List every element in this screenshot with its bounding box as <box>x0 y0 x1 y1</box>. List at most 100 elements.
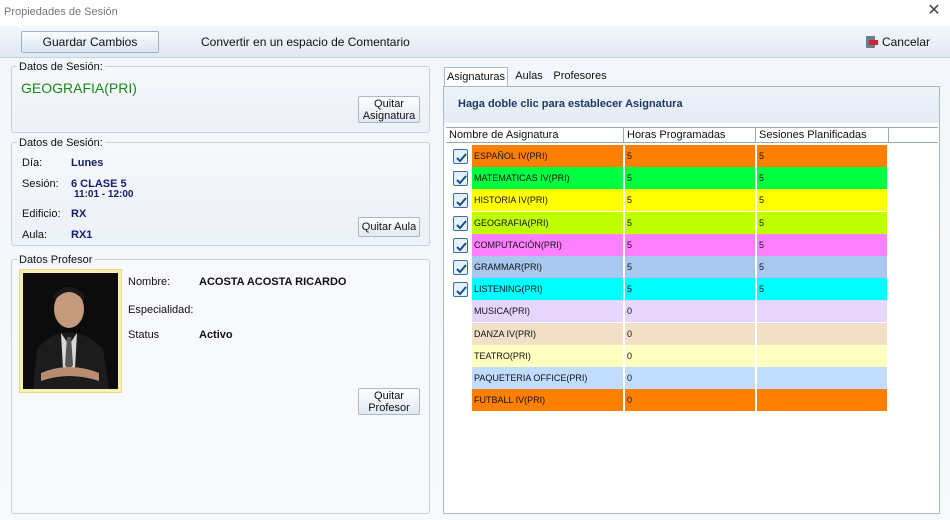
cell-subject-name: ESPAÑOL IV(PRI) <box>472 145 625 167</box>
specialty-label: Especialidad: <box>128 304 194 316</box>
cancel-label: Cancelar <box>881 35 930 49</box>
cell-sessions: 5 <box>757 233 889 256</box>
column-header-hours[interactable]: Horas Programadas <box>624 128 756 142</box>
cell-sessions: 5 <box>757 145 889 167</box>
remove-teacher-label-line1: Quitar <box>374 390 404 402</box>
cell-sessions <box>757 367 889 389</box>
cell-sessions: 5 <box>757 211 889 234</box>
toolbar: Guardar Cambios Convertir en un espacio … <box>0 26 950 58</box>
tab-aulas[interactable]: Aulas <box>512 67 546 87</box>
table-row[interactable]: ESPAÑOL IV(PRI) 5 5 <box>446 145 938 167</box>
cancel-button[interactable]: Cancelar <box>865 31 930 53</box>
double-click-hint: Haga doble clic para establecer Asignatu… <box>458 98 683 110</box>
window-title: Propiedades de Sesión <box>4 6 118 18</box>
cell-sessions: 5 <box>757 167 889 190</box>
group-legend: Datos de Sesión: <box>17 137 105 149</box>
cell-subject-name: LISTENING(PRI) <box>472 278 625 301</box>
tab-asignaturas[interactable]: Asignaturas <box>444 67 508 87</box>
remove-teacher-button[interactable]: Quitar Profesor <box>358 388 420 415</box>
group-legend: Datos de Sesión: <box>17 61 105 73</box>
checkbox-checked-icon[interactable] <box>453 193 468 209</box>
table-header: Nombre de Asignatura Horas Programadas S… <box>446 127 938 143</box>
remove-subject-label-line2: Asignatura <box>362 110 416 122</box>
cell-sessions <box>757 322 889 345</box>
room-value: RX1 <box>71 229 93 241</box>
checkbox-checked-icon[interactable] <box>453 149 468 164</box>
tab-profesores[interactable]: Profesores <box>552 67 608 87</box>
table-row[interactable]: MUSICA(PRI) 0 <box>446 300 938 323</box>
table-row[interactable]: LISTENING(PRI) 5 5 <box>446 278 938 301</box>
teacher-name-label: Nombre: <box>128 276 171 288</box>
table-row[interactable]: MATEMATICAS IV(PRI) 5 5 <box>446 167 938 190</box>
convert-to-comment-button[interactable]: Convertir en un espacio de Comentario <box>195 31 416 53</box>
cell-subject-name: COMPUTACIÓN(PRI) <box>472 233 625 256</box>
table-row[interactable]: PAQUETERIA OFFICE(PRI) 0 <box>446 367 938 389</box>
cell-subject-name: FUTBALL IV(PRI) <box>472 389 625 412</box>
table-row[interactable]: FUTBALL IV(PRI) 0 <box>446 389 938 412</box>
table-row[interactable]: TEATRO(PRI) 0 <box>446 344 938 367</box>
checkbox-checked-icon[interactable] <box>453 282 468 298</box>
close-icon[interactable]: ✕ <box>926 3 942 19</box>
group-legend: Datos Profesor <box>17 254 95 266</box>
cell-sessions <box>757 300 889 323</box>
column-header-sessions[interactable]: Sesiones Planificadas <box>756 128 889 142</box>
remove-subject-button[interactable]: Quitar Asignatura <box>358 96 420 123</box>
cell-hours: 5 <box>625 211 757 234</box>
cell-hours: 0 <box>625 322 757 345</box>
column-header-subject[interactable]: Nombre de Asignatura <box>446 128 624 142</box>
dialog-body: Datos de Sesión: GEOGRAFIA(PRI) Quitar A… <box>0 58 950 520</box>
table-row[interactable]: DANZA IV(PRI) 0 <box>446 322 938 345</box>
session-time: 11:01 - 12:00 <box>74 189 134 200</box>
cell-subject-name: TEATRO(PRI) <box>472 344 625 367</box>
cell-sessions <box>757 389 889 412</box>
exit-icon <box>865 36 878 48</box>
cell-subject-name: DANZA IV(PRI) <box>472 322 625 345</box>
day-value: Lunes <box>71 157 104 169</box>
cell-subject-name: HISTORIA IV(PRI) <box>472 189 625 212</box>
building-label: Edificio: <box>22 208 61 220</box>
cell-hours: 0 <box>625 389 757 412</box>
remove-teacher-label-line2: Profesor <box>368 402 410 414</box>
save-changes-button[interactable]: Guardar Cambios <box>21 31 159 53</box>
cell-hours: 0 <box>625 367 757 389</box>
cell-hours: 5 <box>625 189 757 212</box>
title-bar: Propiedades de Sesión ✕ <box>0 0 950 26</box>
teacher-photo <box>19 269 122 393</box>
table-row[interactable]: COMPUTACIÓN(PRI) 5 5 <box>446 233 938 256</box>
checkbox-checked-icon[interactable] <box>453 215 468 231</box>
cell-subject-name: MUSICA(PRI) <box>472 300 625 323</box>
building-value: RX <box>71 208 87 220</box>
cell-hours: 5 <box>625 256 757 278</box>
cell-sessions: 5 <box>757 278 889 301</box>
cell-hours: 0 <box>625 344 757 367</box>
cell-sessions: 5 <box>757 189 889 212</box>
session-details-group: Datos de Sesión: Día: Lunes Sesión: 6 CL… <box>11 137 430 246</box>
checkbox-checked-icon[interactable] <box>453 260 468 275</box>
teacher-data-group: Datos Profesor Nombre: ACOSTA ACOSTA RIC… <box>11 254 430 514</box>
room-label: Aula: <box>22 229 48 241</box>
teacher-name-value: ACOSTA ACOSTA RICARDO <box>199 276 347 288</box>
cell-hours: 5 <box>625 167 757 190</box>
cell-hours: 5 <box>625 278 757 301</box>
session-label: Sesión: <box>22 178 59 190</box>
teacher-photo-image <box>23 273 118 389</box>
table-row[interactable]: HISTORIA IV(PRI) 5 5 <box>446 189 938 212</box>
cell-subject-name: MATEMATICAS IV(PRI) <box>472 167 625 190</box>
cell-hours: 5 <box>625 233 757 256</box>
checkbox-checked-icon[interactable] <box>453 237 468 253</box>
cell-subject-name: PAQUETERIA OFFICE(PRI) <box>472 367 625 389</box>
remove-subject-label-line1: Quitar <box>374 98 404 110</box>
cell-sessions: 5 <box>757 256 889 278</box>
table-row[interactable]: GRAMMAR(PRI) 5 5 <box>446 256 938 278</box>
cell-sessions <box>757 344 889 367</box>
status-value: Activo <box>199 329 233 341</box>
cell-subject-name: GRAMMAR(PRI) <box>472 256 625 278</box>
remove-room-button[interactable]: Quitar Aula <box>358 217 420 237</box>
table-row[interactable]: GEOGRAFIA(PRI) 5 5 <box>446 211 938 234</box>
session-data-group: Datos de Sesión: GEOGRAFIA(PRI) Quitar A… <box>11 61 430 133</box>
session-subject-name: GEOGRAFIA(PRI) <box>21 80 137 96</box>
status-label: Status <box>128 329 160 341</box>
checkbox-checked-icon[interactable] <box>453 171 468 187</box>
day-label: Día: <box>22 157 43 169</box>
cell-hours: 5 <box>625 145 757 167</box>
